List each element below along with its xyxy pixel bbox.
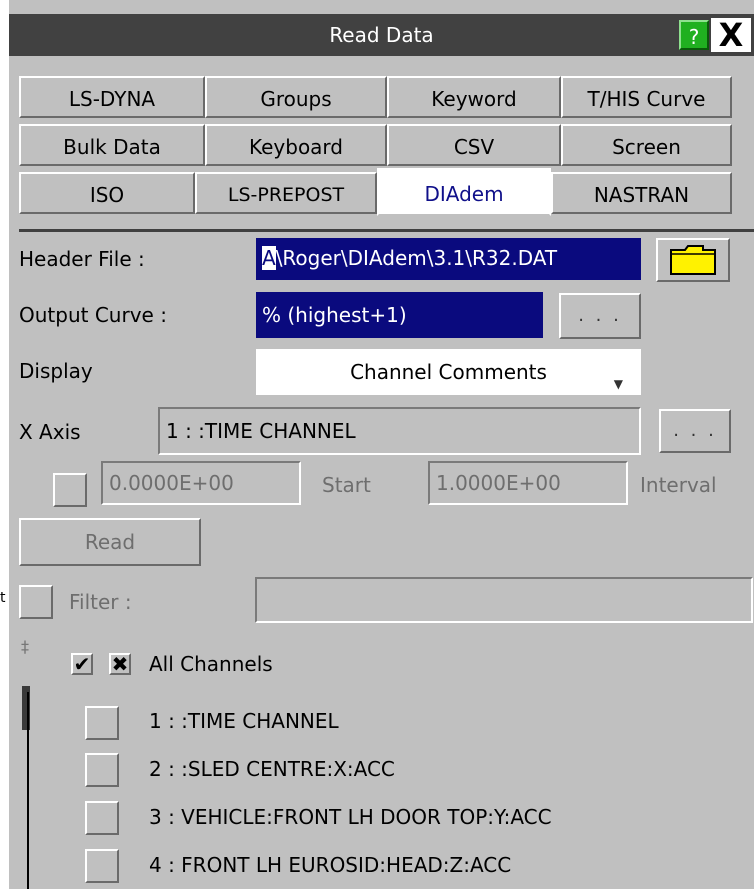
x-axis-label: X Axis: [19, 420, 81, 444]
all-channels-label: All Channels: [149, 652, 273, 676]
tab-groups[interactable]: Groups: [205, 76, 387, 118]
window-title: Read Data: [329, 23, 434, 47]
header-file-label: Header File :: [19, 247, 145, 271]
filter-label: Filter :: [69, 590, 132, 614]
output-curve-options-button[interactable]: . . .: [559, 293, 641, 339]
header-file-browse-button[interactable]: [656, 238, 730, 282]
close-button[interactable]: X: [711, 18, 751, 52]
channel-2-label: 2 : :SLED CENTRE:X:ACC: [149, 757, 395, 781]
output-curve-field[interactable]: % (highest+1): [256, 292, 543, 338]
start-label: Start: [322, 473, 371, 497]
display-value: Channel Comments: [350, 360, 547, 384]
tab-this-curve[interactable]: T/HIS Curve: [561, 76, 732, 118]
channel-1-label: 1 : :TIME CHANNEL: [149, 709, 339, 733]
start-field[interactable]: 0.0000E+00: [101, 461, 301, 505]
x-axis-options-button[interactable]: . . .: [659, 409, 731, 453]
channel-3-label: 3 : VEHICLE:FRONT LH DOOR TOP:Y:ACC: [149, 805, 552, 829]
tab-bulk-data[interactable]: Bulk Data: [19, 124, 205, 166]
left-edge-text: t: [0, 590, 6, 606]
tab-keyword[interactable]: Keyword: [387, 76, 561, 118]
select-all-check-icon[interactable]: ✔: [71, 653, 93, 675]
tree-branch-line: [27, 692, 29, 889]
filter-checkbox[interactable]: [19, 585, 53, 619]
channel-4-checkbox[interactable]: [85, 849, 119, 883]
channel-1-checkbox[interactable]: [85, 706, 119, 740]
dropdown-arrow-icon: ▼: [613, 377, 623, 391]
header-file-field[interactable]: A\Roger\DIAdem\3.1\R32.DAT: [256, 238, 641, 280]
filter-field[interactable]: [255, 577, 753, 623]
tab-diadem[interactable]: DIAdem: [377, 168, 551, 216]
channel-4-label: 4 : FRONT LH EUROSID:HEAD:Z:ACC: [149, 853, 512, 877]
tab-ls-dyna[interactable]: LS-DYNA: [19, 76, 205, 118]
tab-iso[interactable]: ISO: [19, 172, 195, 214]
read-button[interactable]: Read: [19, 518, 201, 566]
header-file-cursor-char: A: [262, 246, 276, 270]
tab-ls-prepost[interactable]: LS-PREPOST: [195, 172, 377, 214]
tab-csv[interactable]: CSV: [387, 124, 561, 166]
x-axis-field[interactable]: 1 : :TIME CHANNEL: [158, 407, 641, 455]
display-select[interactable]: Channel Comments ▼: [256, 349, 641, 395]
channel-3-checkbox[interactable]: [85, 801, 119, 835]
output-curve-label: Output Curve :: [19, 303, 167, 327]
tree-root-icon: ‡: [21, 637, 29, 656]
tab-nastran[interactable]: NASTRAN: [551, 172, 732, 214]
folder-icon: [670, 245, 716, 275]
channel-2-checkbox[interactable]: [85, 753, 119, 787]
header-file-value: \Roger\DIAdem\3.1\R32.DAT: [275, 246, 558, 270]
tab-keyboard[interactable]: Keyboard: [205, 124, 387, 166]
read-data-panel: Read Data ? X LS-DYNA Groups Keyword T/H…: [9, 0, 754, 889]
tab-separator: [19, 229, 754, 232]
deselect-all-x-icon[interactable]: ✖: [109, 653, 131, 675]
interval-field[interactable]: 1.0000E+00: [428, 461, 628, 505]
start-interval-checkbox[interactable]: [53, 473, 87, 507]
display-label: Display: [19, 359, 93, 383]
tab-screen[interactable]: Screen: [561, 124, 732, 166]
title-bar: Read Data ? X: [9, 14, 754, 56]
help-button[interactable]: ?: [679, 20, 709, 50]
interval-label: Interval: [640, 473, 717, 497]
